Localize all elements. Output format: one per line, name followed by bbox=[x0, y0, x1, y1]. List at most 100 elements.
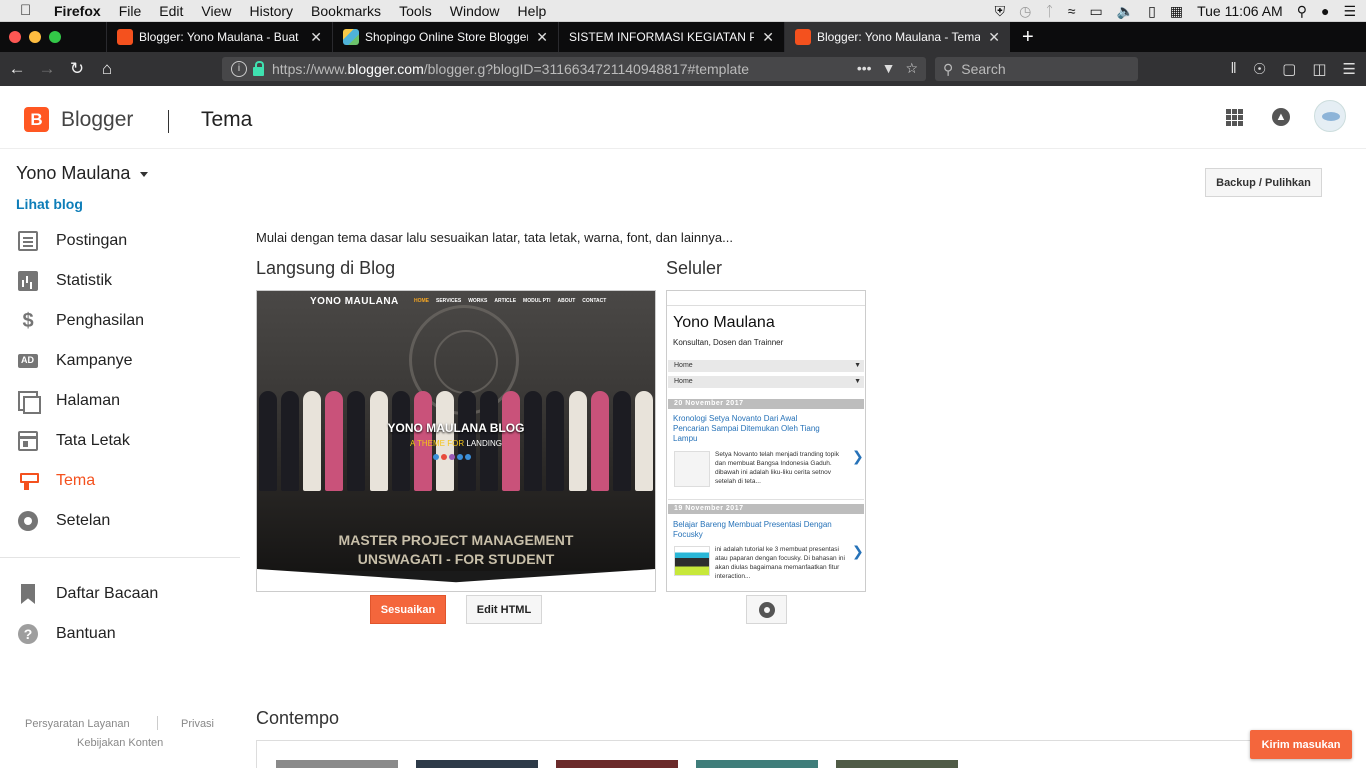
search-placeholder: Search bbox=[961, 61, 1006, 77]
url-bar[interactable]: i https://www.blogger.com/blogger.g?blog… bbox=[222, 57, 926, 81]
posts-icon bbox=[18, 231, 38, 251]
sidebar-item-settings[interactable]: Setelan bbox=[18, 509, 110, 533]
close-tab-icon[interactable]: ✕ bbox=[762, 29, 774, 46]
sidebar-item-posts[interactable]: Postingan bbox=[18, 229, 127, 253]
blogger-logo-icon[interactable]: B bbox=[24, 107, 49, 132]
blogger-favicon-icon bbox=[117, 29, 133, 45]
minimize-window-button[interactable] bbox=[29, 31, 41, 43]
url-text[interactable]: https://www.blogger.com/blogger.g?blogID… bbox=[272, 61, 749, 77]
library-icon[interactable]: ‖ bbox=[1231, 60, 1237, 78]
screenshot-icon[interactable]: ▢ bbox=[1282, 60, 1296, 78]
sidebar-item-campaigns[interactable]: Kampanye bbox=[18, 349, 133, 373]
brand-name[interactable]: Blogger bbox=[61, 108, 133, 132]
sidebar-icon[interactable]: ◫ bbox=[1312, 60, 1326, 78]
menu-app-name[interactable]: Firefox bbox=[54, 3, 101, 19]
tab-title: Blogger: Yono Maulana - Buat e bbox=[139, 30, 303, 44]
close-tab-icon[interactable]: ✕ bbox=[310, 29, 322, 46]
sidebar-item-stats[interactable]: Statistik bbox=[18, 269, 112, 293]
time-machine-icon[interactable]: ◷ bbox=[1019, 3, 1031, 20]
new-tab-icon[interactable]: + bbox=[1010, 22, 1046, 52]
view-blog-link[interactable]: Lihat blog bbox=[16, 196, 83, 212]
close-tab-icon[interactable]: ✕ bbox=[536, 29, 548, 46]
mobile-blog-description: Konsultan, Dosen dan Trainner bbox=[673, 338, 784, 347]
menu-icon[interactable]: ☰ bbox=[1343, 60, 1356, 78]
menu-edit[interactable]: Edit bbox=[159, 3, 183, 19]
menu-window[interactable]: Window bbox=[450, 3, 500, 19]
sidebar-item-layout[interactable]: Tata Letak bbox=[18, 429, 130, 453]
theme-thumbnail[interactable] bbox=[416, 760, 538, 768]
avatar[interactable] bbox=[1314, 100, 1346, 132]
mobile-theme-preview[interactable]: Yono Maulana Konsultan, Dosen dan Trainn… bbox=[666, 290, 866, 592]
sidebar-item-label: Daftar Bacaan bbox=[56, 585, 159, 602]
airplay-icon[interactable]: ▭ bbox=[1089, 3, 1102, 20]
menu-bookmarks[interactable]: Bookmarks bbox=[311, 3, 381, 19]
sidebar-item-theme[interactable]: Tema bbox=[18, 469, 95, 493]
wifi-icon[interactable]: ≈ bbox=[1068, 3, 1076, 19]
apps-grid-icon[interactable] bbox=[1226, 109, 1243, 126]
reload-icon[interactable]: ↻ bbox=[62, 59, 92, 79]
sidebar-item-label: Penghasilan bbox=[56, 312, 145, 329]
bluetooth-icon[interactable]: ᛏ bbox=[1045, 3, 1053, 19]
content-policy-link[interactable]: Kebijakan Konten bbox=[77, 737, 163, 749]
mobile-post-title: Kronologi Setya Novanto Dari Awal Pencar… bbox=[673, 414, 820, 443]
tab-strip: Blogger: Yono Maulana - Buat e ✕ Shoping… bbox=[0, 22, 1366, 52]
menu-view[interactable]: View bbox=[201, 3, 231, 19]
url-bar-tools: ••• ▼ ☆ bbox=[857, 60, 918, 77]
backup-restore-button[interactable]: Backup / Pulihkan bbox=[1205, 168, 1322, 197]
theme-thumbnail[interactable] bbox=[836, 760, 958, 768]
sidebar-item-label: Postingan bbox=[56, 232, 128, 249]
apple-icon[interactable]:  bbox=[20, 2, 40, 19]
shield-icon[interactable]: ⛨ bbox=[995, 3, 1006, 20]
clock[interactable]: Tue 11:06 AM bbox=[1197, 3, 1283, 19]
preview-bottom-chevron bbox=[257, 569, 655, 591]
zoom-window-button[interactable] bbox=[49, 31, 61, 43]
theme-thumbnail[interactable] bbox=[556, 760, 678, 768]
tab-title: Shopingo Online Store Blogger bbox=[365, 30, 529, 44]
sidebar-item-pages[interactable]: Halaman bbox=[18, 389, 120, 414]
search-input[interactable]: ⚲ Search bbox=[935, 57, 1138, 81]
tab-sistem-informasi[interactable]: SISTEM INFORMASI KEGIATAN POL ✕ bbox=[558, 22, 784, 52]
menu-history[interactable]: History bbox=[249, 3, 293, 19]
back-icon[interactable]: ← bbox=[2, 59, 32, 79]
blog-selector[interactable]: Yono Maulana bbox=[16, 163, 149, 184]
menu-tools[interactable]: Tools bbox=[399, 3, 432, 19]
forward-icon[interactable]: → bbox=[32, 59, 62, 79]
mobile-heading: Seluler bbox=[666, 258, 723, 278]
close-tab-icon[interactable]: ✕ bbox=[988, 29, 1000, 46]
menu-file[interactable]: File bbox=[119, 3, 142, 19]
sidebar-item-help[interactable]: ? Bantuan bbox=[18, 622, 116, 646]
mobile-settings-button[interactable] bbox=[746, 595, 787, 624]
edit-html-button[interactable]: Edit HTML bbox=[466, 595, 542, 624]
home-icon[interactable]: ⌂ bbox=[92, 59, 122, 79]
footer-divider bbox=[157, 716, 158, 730]
privacy-link[interactable]: Privasi bbox=[181, 718, 214, 730]
sidebar-item-label: Kampanye bbox=[56, 352, 133, 369]
sidebar-item-reading-list[interactable]: Daftar Bacaan bbox=[18, 582, 158, 606]
menu-help[interactable]: Help bbox=[518, 3, 547, 19]
customize-button[interactable]: Sesuaikan bbox=[370, 595, 446, 624]
notifications-bell-icon[interactable]: ▲ bbox=[1272, 108, 1290, 126]
tab-shopingo[interactable]: Shopingo Online Store Blogger ✕ bbox=[332, 22, 558, 52]
close-window-button[interactable] bbox=[9, 31, 21, 43]
calendar-icon[interactable]: ▦ bbox=[1170, 3, 1183, 20]
user-avatar-icon[interactable]: ● bbox=[1321, 3, 1329, 19]
pocket-icon[interactable]: ▼ bbox=[882, 60, 896, 77]
send-feedback-button[interactable]: Kirim masukan bbox=[1250, 730, 1352, 759]
desktop-theme-preview[interactable]: YONO MAULANA HOME SERVICES WORKS ARTICLE… bbox=[256, 290, 656, 592]
volume-icon[interactable]: 🔈 bbox=[1117, 3, 1134, 20]
nav-bar: ← → ↻ ⌂ i https://www.blogger.com/blogge… bbox=[0, 52, 1366, 86]
notification-center-icon[interactable]: ☰ bbox=[1343, 3, 1356, 20]
theme-thumbnail[interactable] bbox=[696, 760, 818, 768]
battery-icon[interactable]: ▯ bbox=[1148, 3, 1156, 20]
info-icon[interactable]: i bbox=[231, 61, 247, 77]
terms-link[interactable]: Persyaratan Layanan bbox=[25, 718, 130, 730]
bookmark-star-icon[interactable]: ☆ bbox=[905, 60, 918, 77]
tab-blogger-buat[interactable]: Blogger: Yono Maulana - Buat e ✕ bbox=[106, 22, 332, 52]
pages-icon bbox=[18, 391, 41, 414]
extension-icon[interactable]: ☉ bbox=[1253, 60, 1266, 78]
page-actions-icon[interactable]: ••• bbox=[857, 60, 872, 77]
theme-thumbnail[interactable] bbox=[276, 760, 398, 768]
sidebar-item-earnings[interactable]: $ Penghasilan bbox=[18, 309, 144, 333]
tab-blogger-tema[interactable]: Blogger: Yono Maulana - Tema ✕ bbox=[784, 22, 1010, 52]
spotlight-icon[interactable]: ⚲ bbox=[1297, 3, 1307, 20]
